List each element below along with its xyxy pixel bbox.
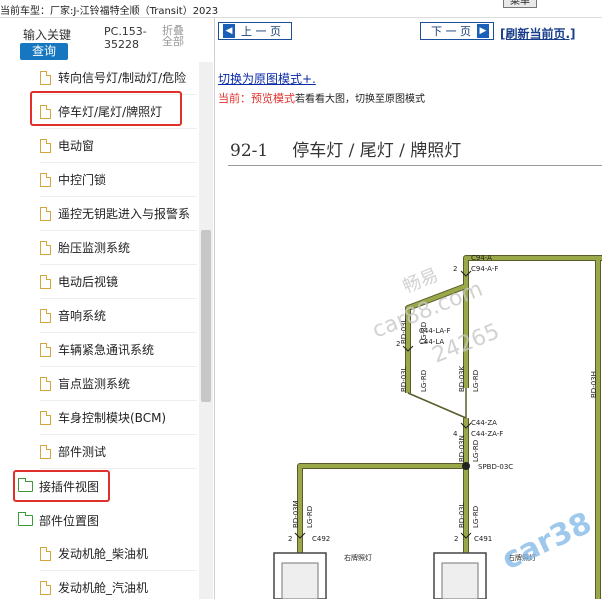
label-bd03m: BD-03M [292, 500, 300, 528]
label-c94af: C94-A-F [471, 265, 498, 273]
sidebar-item[interactable]: 中控门锁 [40, 163, 197, 197]
sidebar-item-label: 胎压监测系统 [58, 241, 131, 255]
wiring-diagram: C94-A C94-A-F 2 C44-LA-F C44-LA 2 C44-ZA… [273, 254, 602, 599]
document-icon [40, 206, 51, 221]
sidebar-item[interactable]: 电动窗 [40, 129, 197, 163]
sidebar-item-label: 车身控制模块(BCM) [58, 411, 167, 425]
document-icon [40, 342, 51, 357]
sidebar-item-label: 中控门锁 [58, 173, 107, 187]
sidebar-item[interactable]: 部件测试 [40, 435, 197, 469]
label-bd03l: BD-03L [458, 502, 466, 528]
sidebar-item[interactable]: 音响系统 [40, 299, 197, 333]
label-bd03l: BD-03L [400, 366, 408, 392]
document-icon [40, 70, 51, 85]
document-icon [40, 444, 51, 459]
sidebar-item-label: 发动机舱_柴油机 [58, 547, 149, 561]
label-bd03h: BD-03H [590, 371, 598, 398]
sidebar-item[interactable]: 车身控制模块(BCM) [40, 401, 197, 435]
sidebar-item[interactable]: 盲点监测系统 [40, 367, 197, 401]
sidebar-item-label: 遥控无钥匙进入与报警系 [58, 207, 191, 221]
splice-point [462, 462, 470, 470]
label-c44za: C44-ZA [471, 419, 497, 427]
label-c44zaf: C44-ZA-F [471, 430, 503, 438]
arrow-left-icon: ◀ [223, 24, 235, 38]
content-panel: ◀ 上 一 页 下 一 页 ▶ [刷新当前页.] 切换为原图模式+. 当前：预览… [216, 18, 602, 599]
sidebar-item[interactable]: 部件位置图 [18, 503, 198, 537]
sidebar-item[interactable]: 电动后视镜 [40, 265, 197, 299]
document-icon [40, 172, 51, 187]
label-lgrd: LG-RD [420, 370, 428, 392]
arrow-right-icon: ▶ [477, 24, 489, 38]
document-icon [40, 240, 51, 255]
sidebar-item-label: 车辆紧急通讯系统 [58, 343, 155, 357]
scrollbar-thumb[interactable] [201, 230, 211, 402]
sidebar-item[interactable]: 转向信号灯/制动灯/危险 [40, 61, 197, 95]
document-icon [40, 376, 51, 391]
folder-icon [18, 511, 33, 526]
label-c492: C492 [312, 535, 330, 543]
top-bar: 当前车型：厂家:J-江铃福特全顺（Transit）2023 菜单 [0, 0, 602, 18]
pc-code: PC.153- 35228 [104, 25, 147, 51]
label-lgrd: LG-RD [472, 370, 480, 392]
sidebar-item-label: 电动后视镜 [58, 275, 119, 289]
left-panel: 输入关键 查询 PC.153- 35228 折叠 全部 转向信号灯/制动灯/危险… [0, 18, 215, 599]
label-lgrd: LG-RD [472, 506, 480, 528]
label-c94a: C94-A [471, 254, 492, 262]
sidebar-item-label: 盲点监测系统 [58, 377, 131, 391]
label-splice: SPBD-03C [478, 463, 513, 471]
sidebar-item[interactable]: 车辆紧急通讯系统 [40, 333, 197, 367]
keyword-input[interactable]: 输入关键 [23, 26, 71, 43]
highlight-box-connector-view [13, 470, 110, 502]
label-bd03n: BD-03N [458, 435, 466, 462]
document-icon [40, 308, 51, 323]
label-lgrd: LG-RD [306, 506, 314, 528]
switch-mode-link[interactable]: 切换为原图模式+. [218, 70, 316, 87]
collapse-all-button[interactable]: 折叠 全部 [162, 25, 184, 47]
refresh-link[interactable]: [刷新当前页.] [500, 25, 576, 42]
section-title: 92-1 停车灯 / 尾灯 / 牌照灯 [230, 141, 462, 161]
title-divider [228, 165, 602, 166]
label-lgrd: LG-RD [472, 440, 480, 462]
watermark-corner: car38 [497, 506, 598, 578]
query-button[interactable]: 查询 [20, 43, 68, 60]
page-nav: ◀ 上 一 页 下 一 页 ▶ [刷新当前页.] [216, 18, 602, 48]
current-mode-line: 当前：预览模式若看看大图，切换至原图模式 [218, 92, 425, 105]
sidebar-item-label: 转向信号灯/制动灯/危险 [58, 71, 187, 85]
lamp-left-inner [281, 562, 319, 599]
highlight-box-parking-lamp [30, 91, 182, 126]
document-icon [40, 546, 51, 561]
lamp-components [273, 552, 487, 599]
sidebar-item-label: 音响系统 [58, 309, 107, 323]
menu-button[interactable]: 菜单 [503, 0, 537, 8]
vehicle-info: 当前车型：厂家:J-江铃福特全顺（Transit）2023 [0, 6, 219, 17]
label-pin: 2 [454, 535, 458, 543]
label-bd03k: BD-03K [458, 365, 466, 392]
document-icon [40, 274, 51, 289]
lamp-right-inner [441, 562, 479, 599]
document-icon [40, 580, 51, 595]
sidebar-item-label: 部件测试 [58, 445, 107, 459]
sidebar-scrollbar[interactable] [199, 62, 213, 599]
prev-page-button[interactable]: ◀ 上 一 页 [218, 22, 292, 40]
label-c491: C491 [474, 535, 492, 543]
sidebar-item[interactable]: 发动机舱_汽油机 [40, 571, 197, 599]
document-icon [40, 138, 51, 153]
search-area: 输入关键 查询 PC.153- 35228 折叠 全部 [0, 18, 214, 64]
sidebar-item[interactable]: 发动机舱_柴油机 [40, 537, 197, 571]
label-pin: 2 [288, 535, 292, 543]
sidebar-item-label: 电动窗 [58, 139, 95, 153]
sidebar-item-label: 发动机舱_汽油机 [58, 581, 149, 595]
sidebar-item-label: 部件位置图 [39, 513, 100, 528]
label-right-lamp: 右牌照灯 [344, 553, 372, 562]
label-pin: 2 [453, 265, 457, 273]
watermark: 畅易 car88.com 24265 [369, 265, 503, 369]
document-icon [40, 410, 51, 425]
next-page-button[interactable]: 下 一 页 ▶ [420, 22, 494, 40]
sidebar-item[interactable]: 胎压监测系统 [40, 231, 197, 265]
sidebar-item[interactable]: 遥控无钥匙进入与报警系 [40, 197, 197, 231]
